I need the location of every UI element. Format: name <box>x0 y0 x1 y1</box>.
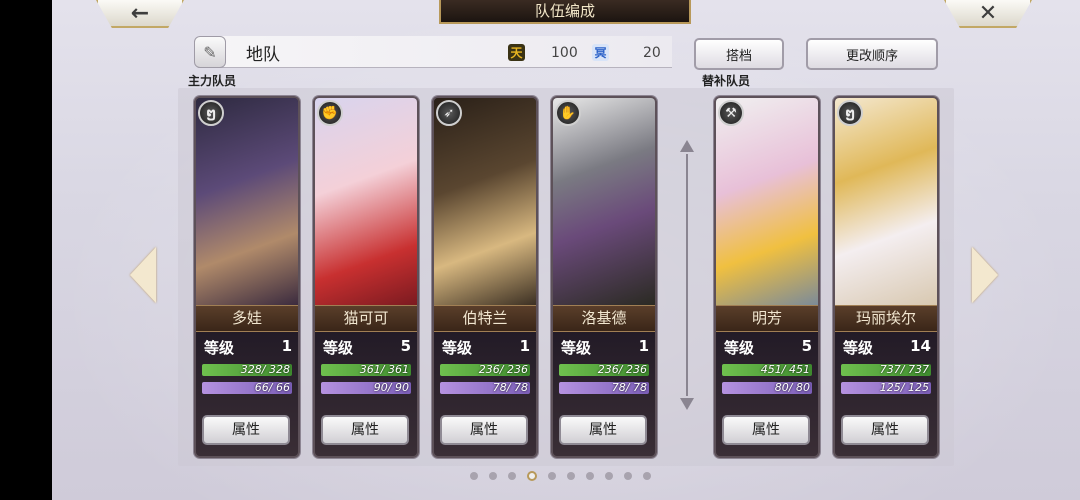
character-name: 洛基德 <box>553 305 655 332</box>
level-label: 等级 <box>442 339 473 357</box>
character-portrait[interactable] <box>553 98 655 306</box>
pencil-icon: ✎ <box>203 42 217 62</box>
earth-cost-icon: 冥 <box>592 44 609 61</box>
member-card[interactable]: ⚒ 明芳 等级 5 451/ 451 80/ 80 属性 <box>714 96 820 458</box>
member-card[interactable]: ➶ 伯特兰 等级 1 236/ 236 78/ 78 属性 <box>432 96 538 458</box>
level-value: 5 <box>400 337 411 355</box>
page-dot[interactable] <box>643 472 651 480</box>
attribute-button[interactable]: 属性 <box>559 415 647 445</box>
screen-title: 队伍编成 <box>439 0 691 24</box>
level-label: 等级 <box>724 339 755 357</box>
page-dot[interactable] <box>548 472 556 480</box>
hp-bar: 236/ 236 <box>559 364 649 376</box>
character-name: 玛丽埃尔 <box>835 305 937 332</box>
class-icon: ➶ <box>436 100 462 126</box>
page-indicator <box>470 471 651 481</box>
hp-bar: 328/ 328 <box>202 364 292 376</box>
character-name: 猫可可 <box>315 305 417 332</box>
back-button[interactable]: ← <box>96 0 184 28</box>
divider-up-arrow-icon <box>680 140 694 152</box>
character-portrait[interactable] <box>434 98 536 306</box>
level-value: 1 <box>519 337 530 355</box>
page-dot[interactable] <box>567 472 575 480</box>
page-dot[interactable] <box>470 472 478 480</box>
sky-cost-value: 100 <box>551 45 578 61</box>
sub-members-label: 替补队员 <box>702 74 751 88</box>
main-members-label: 主力队员 <box>188 74 237 88</box>
level-value: 1 <box>638 337 649 355</box>
character-name: 多娃 <box>196 305 298 332</box>
member-card[interactable]: ໆ 玛丽埃尔 等级 14 737/ 737 125/ 125 属性 <box>833 96 939 458</box>
member-card[interactable]: ໆ 多娃 等级 1 328/ 328 66/ 66 属性 <box>194 96 300 458</box>
hp-bar: 451/ 451 <box>722 364 812 376</box>
level-label: 等级 <box>204 339 235 357</box>
page-dot[interactable] <box>605 472 613 480</box>
class-icon: ✊ <box>317 100 343 126</box>
attribute-button[interactable]: 属性 <box>202 415 290 445</box>
attribute-button[interactable]: 属性 <box>321 415 409 445</box>
level-value: 14 <box>910 337 931 355</box>
page-dot[interactable] <box>527 471 537 481</box>
partner-button[interactable]: 搭档 <box>694 38 784 70</box>
mp-bar: 80/ 80 <box>722 382 812 394</box>
attribute-button[interactable]: 属性 <box>722 415 810 445</box>
class-icon: ✋ <box>555 100 581 126</box>
mp-bar: 90/ 90 <box>321 382 411 394</box>
character-name: 伯特兰 <box>434 305 536 332</box>
page-dot[interactable] <box>586 472 594 480</box>
main-sub-divider <box>680 140 694 410</box>
chevron-right-icon <box>972 247 998 303</box>
hp-bar: 236/ 236 <box>440 364 530 376</box>
hp-bar: 361/ 361 <box>321 364 411 376</box>
edit-team-name-button[interactable]: ✎ <box>194 36 226 68</box>
character-portrait[interactable] <box>835 98 937 306</box>
team-name: 地队 <box>246 45 280 65</box>
previous-team-button[interactable] <box>128 246 158 304</box>
level-label: 等级 <box>843 339 874 357</box>
level-value: 1 <box>281 337 292 355</box>
sky-cost-icon: 天 <box>508 44 525 61</box>
attribute-button[interactable]: 属性 <box>440 415 528 445</box>
chevron-left-icon <box>130 247 156 303</box>
class-icon: ໆ <box>837 100 863 126</box>
character-portrait[interactable] <box>315 98 417 306</box>
member-card[interactable]: ✊ 猫可可 等级 5 361/ 361 90/ 90 属性 <box>313 96 419 458</box>
back-arrow-icon: ← <box>130 0 150 26</box>
next-team-button[interactable] <box>970 246 1000 304</box>
hp-bar: 737/ 737 <box>841 364 931 376</box>
mp-bar: 78/ 78 <box>440 382 530 394</box>
game-screen: 队伍编成 ← ✕ ✎ 地队 天 100 冥 20 搭档 更改顺序 主力队员 替补… <box>52 0 1080 500</box>
character-portrait[interactable] <box>716 98 818 306</box>
level-value: 5 <box>801 337 812 355</box>
class-icon: ໆ <box>198 100 224 126</box>
mp-bar: 66/ 66 <box>202 382 292 394</box>
mp-bar: 78/ 78 <box>559 382 649 394</box>
page-dot[interactable] <box>489 472 497 480</box>
character-name: 明芳 <box>716 305 818 332</box>
close-button[interactable]: ✕ <box>944 0 1032 28</box>
class-icon: ⚒ <box>718 100 744 126</box>
earth-cost-value: 20 <box>643 45 661 61</box>
change-order-button[interactable]: 更改顺序 <box>806 38 938 70</box>
page-dot[interactable] <box>508 472 516 480</box>
level-label: 等级 <box>323 339 354 357</box>
attribute-button[interactable]: 属性 <box>841 415 929 445</box>
close-icon: ✕ <box>978 0 998 26</box>
level-label: 等级 <box>561 339 592 357</box>
member-card[interactable]: ✋ 洛基德 等级 1 236/ 236 78/ 78 属性 <box>551 96 657 458</box>
divider-down-arrow-icon <box>680 398 694 410</box>
mp-bar: 125/ 125 <box>841 382 931 394</box>
character-portrait[interactable] <box>196 98 298 306</box>
team-name-bar: ✎ 地队 天 100 冥 20 <box>194 36 672 68</box>
page-dot[interactable] <box>624 472 632 480</box>
